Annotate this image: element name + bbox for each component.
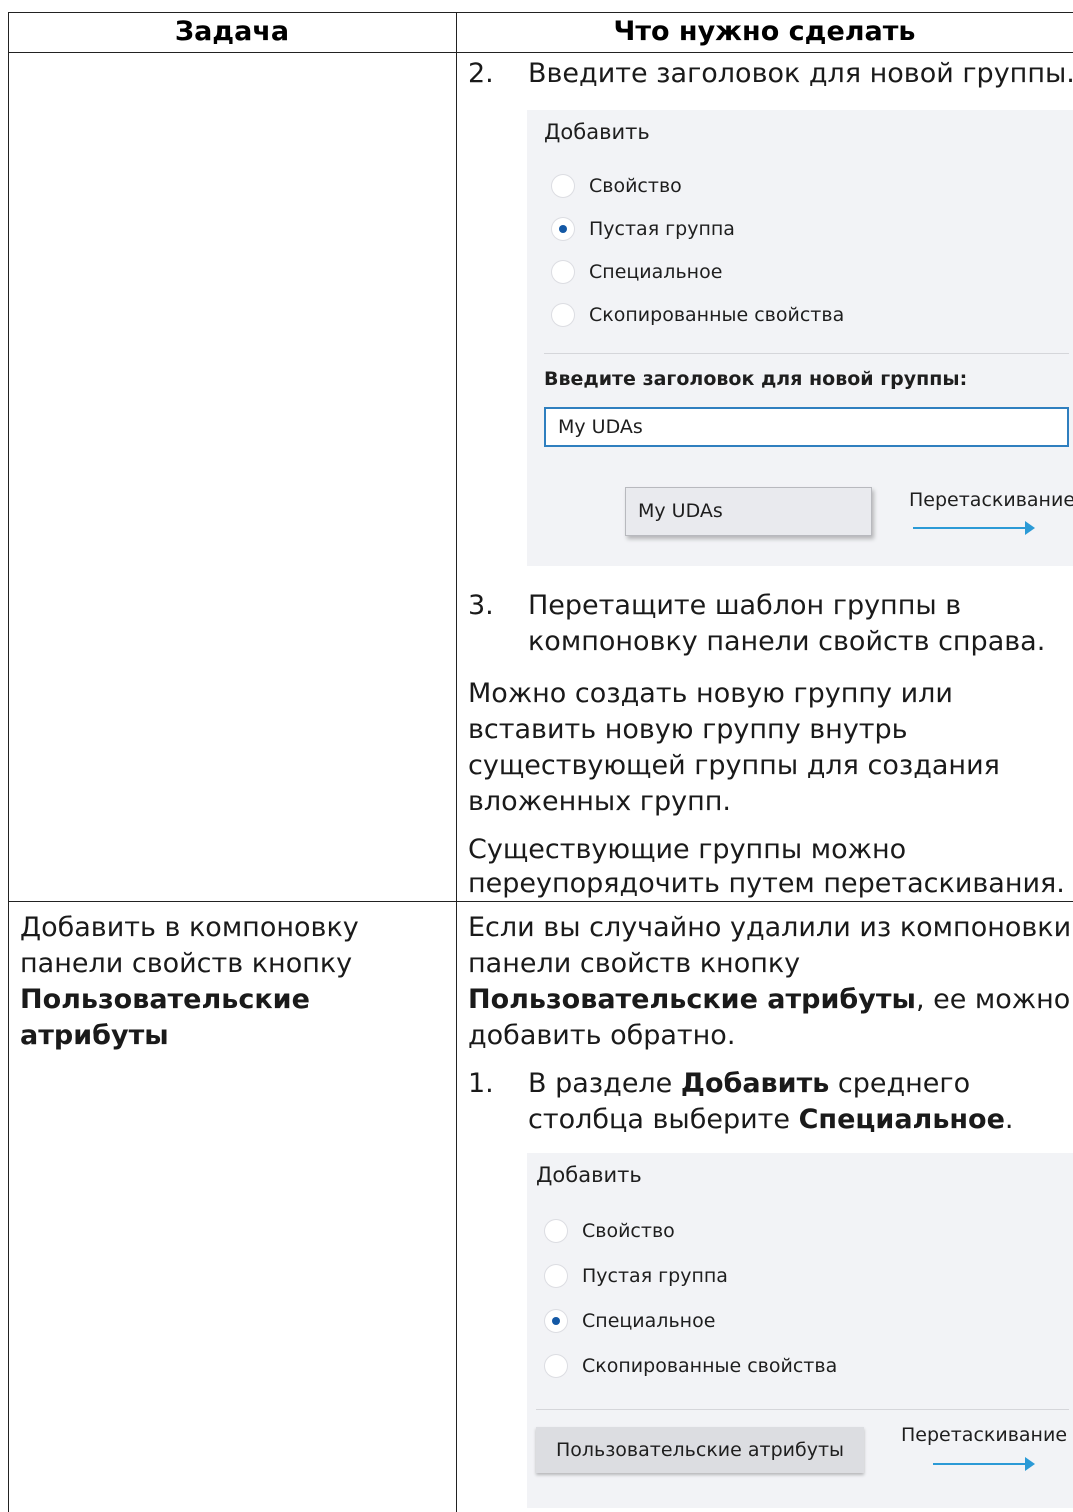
step-text: Введите заголовок для новой группы.	[528, 58, 1073, 89]
paragraph-line: Можно создать новую группу или	[468, 678, 953, 709]
step-number: 1.	[468, 1068, 494, 1099]
radio-option-property[interactable]: Свойство	[545, 1215, 675, 1247]
drag-label: Перетаскивание	[901, 1424, 1068, 1446]
task-text: панели свойств кнопку	[20, 948, 353, 979]
header-divider	[8, 52, 1073, 53]
radio-button[interactable]	[552, 175, 574, 197]
radio-option-empty-group[interactable]: Пустая группа	[545, 1260, 728, 1292]
radio-button[interactable]	[545, 1355, 567, 1377]
radio-label: Скопированные свойства	[589, 304, 845, 326]
radio-option-copied[interactable]: Скопированные свойства	[552, 299, 844, 331]
step-number: 3.	[468, 590, 494, 621]
radio-option-special[interactable]: Специальное	[545, 1305, 715, 1337]
step-number: 2.	[468, 58, 494, 89]
paragraph-line: вложенных групп.	[468, 786, 731, 817]
task-text-bold: Пользовательские	[20, 984, 310, 1015]
radio-button[interactable]	[552, 304, 574, 326]
radio-label: Свойство	[582, 1220, 675, 1242]
radio-option-empty-group[interactable]: Пустая группа	[552, 213, 735, 245]
column-header-task: Задача	[174, 16, 290, 47]
radio-button[interactable]	[545, 1265, 567, 1287]
paragraph-line: вставить новую группу внутрь	[468, 714, 908, 745]
step-text: компоновку панели свойств справа.	[528, 626, 1046, 657]
radio-label: Специальное	[589, 261, 723, 283]
paragraph-line: существующей группы для создания	[468, 750, 1000, 781]
radio-label: Свойство	[589, 175, 682, 197]
step-text: В разделе Добавить среднего	[528, 1068, 971, 1099]
panel-separator	[536, 1409, 1069, 1410]
add-panel-screenshot: Добавить Свойство Пустая группа Специаль…	[527, 110, 1073, 566]
radio-option-copied[interactable]: Скопированные свойства	[545, 1350, 837, 1382]
task-text: Добавить в компоновку	[20, 912, 359, 943]
intro-text: панели свойств кнопку	[468, 948, 801, 979]
radio-button[interactable]	[552, 261, 574, 283]
drag-label: Перетаскивание	[909, 489, 1073, 511]
button-name: Пользовательские атрибуты	[468, 984, 916, 1015]
radio-label: Специальное	[582, 1310, 716, 1332]
table-border-left	[8, 12, 9, 1512]
paragraph-line: Существующие группы можно	[468, 834, 907, 865]
radio-label: Скопированные свойства	[582, 1355, 838, 1377]
radio-label: Пустая группа	[582, 1265, 728, 1287]
radio-button[interactable]	[545, 1220, 567, 1242]
paragraph-line: переупорядочить путем перетаскивания.	[468, 868, 1065, 899]
task-text-bold: атрибуты	[20, 1020, 169, 1051]
drag-arrow-icon	[933, 1457, 1035, 1471]
group-template-tile[interactable]: My UDAs	[625, 487, 872, 536]
add-panel-screenshot: Добавить Свойство Пустая группа Специаль…	[527, 1153, 1073, 1508]
panel-title: Добавить	[536, 1163, 642, 1187]
panel-separator	[544, 353, 1069, 354]
panel-title: Добавить	[544, 120, 650, 144]
group-title-label: Введите заголовок для новой группы:	[544, 368, 968, 390]
step-text: Перетащите шаблон группы в	[528, 590, 962, 621]
table-column-divider	[456, 12, 457, 1512]
step-text: столбца выберите Специальное.	[528, 1104, 1014, 1135]
intro-text: Если вы случайно удалили из компоновки	[468, 912, 1072, 943]
drag-arrow-icon	[913, 521, 1035, 535]
group-title-input[interactable]: My UDAs	[544, 407, 1069, 447]
radio-button-selected[interactable]	[552, 218, 574, 240]
column-header-action: Что нужно сделать	[613, 16, 916, 47]
intro-text: Пользовательские атрибуты, ее можно	[468, 984, 1071, 1015]
radio-option-property[interactable]: Свойство	[552, 170, 682, 202]
radio-label: Пустая группа	[589, 218, 735, 240]
radio-button-selected[interactable]	[545, 1310, 567, 1332]
radio-option-special[interactable]: Специальное	[552, 256, 722, 288]
intro-text: добавить обратно.	[468, 1020, 736, 1051]
user-attributes-tile[interactable]: Пользовательские атрибуты	[536, 1427, 864, 1473]
